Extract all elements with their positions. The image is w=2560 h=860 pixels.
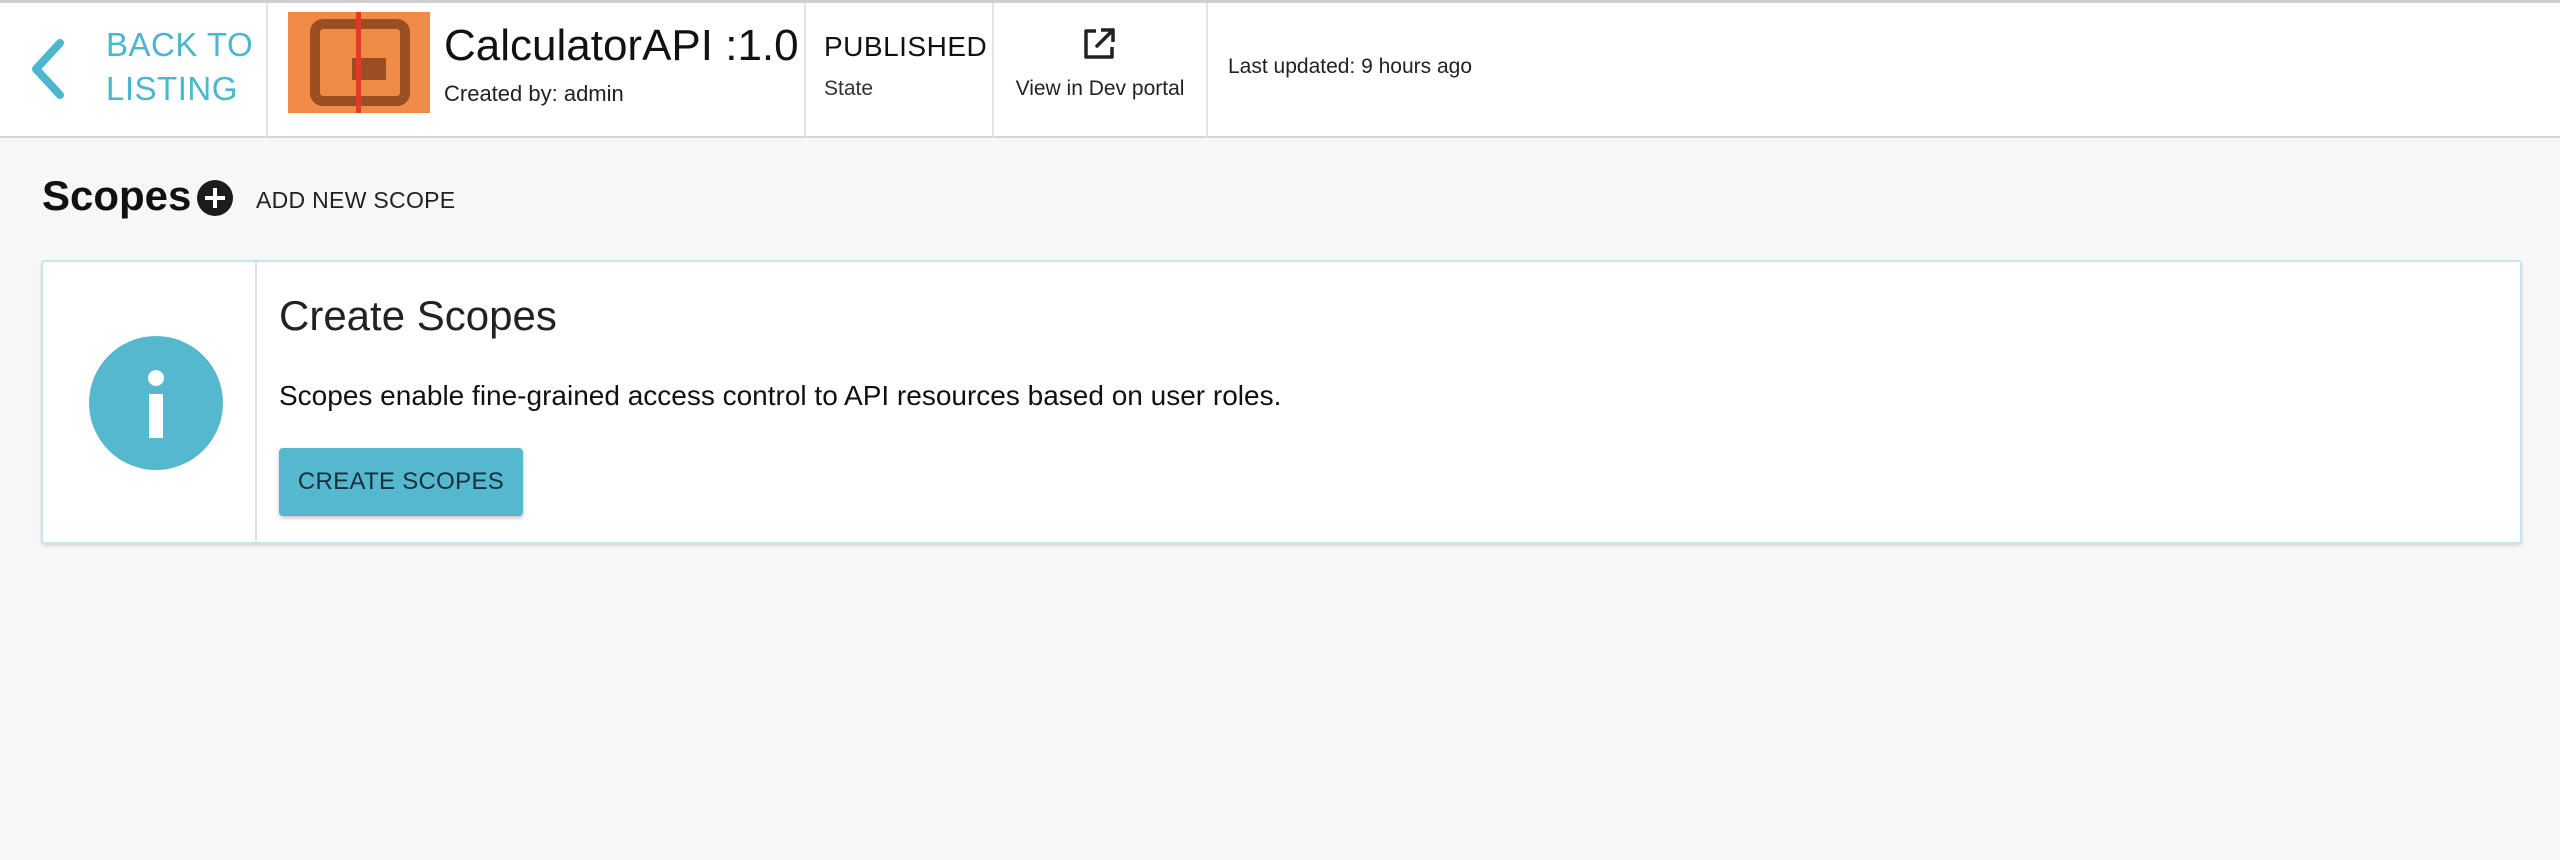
create-scopes-button[interactable]: CREATE SCOPES bbox=[279, 448, 523, 516]
back-label-line-2: LISTING bbox=[106, 70, 238, 107]
api-state: PUBLISHED State bbox=[806, 3, 992, 138]
api-thumbnail bbox=[288, 12, 430, 113]
page-title: Scopes bbox=[42, 172, 192, 219]
api-header-bar: BACK TO LISTING CalculatorAPI :1.0 Creat… bbox=[0, 3, 2560, 138]
card-icon-panel bbox=[43, 262, 257, 542]
api-name: CalculatorAPI :1.0 bbox=[444, 21, 799, 70]
last-updated-text: Last updated: 9 hours ago bbox=[1228, 55, 1473, 78]
back-label-line-1: BACK TO bbox=[106, 26, 254, 63]
external-link-icon bbox=[1084, 28, 1115, 59]
card-title: Create Scopes bbox=[279, 292, 557, 339]
back-to-listing-link[interactable]: BACK TO LISTING bbox=[0, 3, 266, 138]
last-updated: Last updated: 9 hours ago bbox=[1208, 3, 1708, 138]
back-to-listing-label: BACK TO LISTING bbox=[106, 23, 266, 111]
state-value: PUBLISHED bbox=[824, 31, 988, 62]
api-created-by: Created by: admin bbox=[444, 81, 624, 106]
dev-portal-label: View in Dev portal bbox=[1015, 77, 1185, 100]
info-icon bbox=[89, 336, 223, 470]
chevron-left-icon bbox=[32, 39, 64, 99]
add-new-scope-label: ADD NEW SCOPE bbox=[256, 187, 456, 213]
card-description: Scopes enable fine-grained access contro… bbox=[279, 380, 1282, 411]
create-scopes-card: Create Scopes Scopes enable fine-grained… bbox=[41, 260, 2522, 544]
plus-circle-icon bbox=[197, 180, 233, 216]
api-info: CalculatorAPI :1.0 Created by: admin bbox=[268, 3, 804, 138]
state-label: State bbox=[824, 77, 874, 100]
view-in-dev-portal-link[interactable]: View in Dev portal bbox=[994, 3, 1206, 138]
